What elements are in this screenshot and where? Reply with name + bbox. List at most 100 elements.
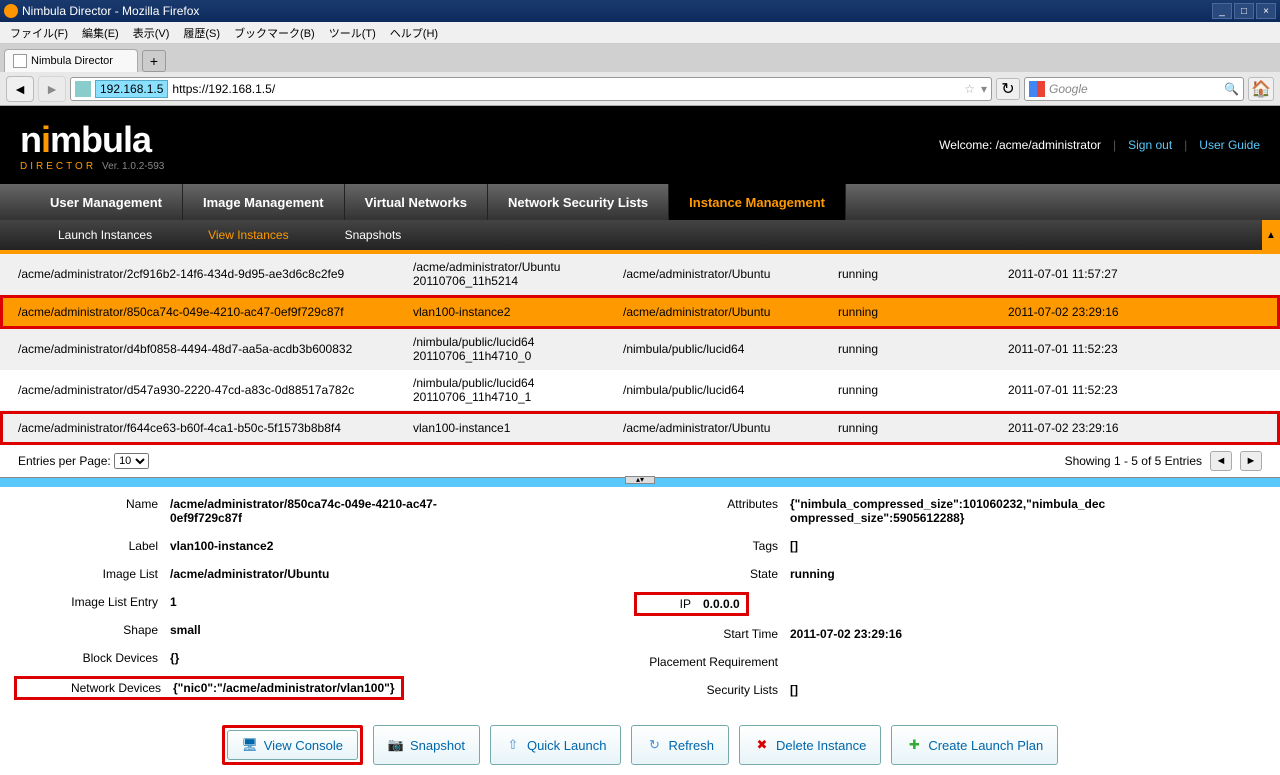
starttime-label: Start Time: [640, 627, 790, 641]
menu-help[interactable]: ヘルプ(H): [384, 23, 444, 43]
search-placeholder: Google: [1049, 82, 1088, 96]
create-launch-plan-button[interactable]: ✚Create Launch Plan: [891, 725, 1058, 765]
cell-label: vlan100-instance1: [413, 421, 623, 435]
cell-image: /acme/administrator/Ubuntu: [623, 421, 838, 435]
refresh-icon: ↻: [646, 737, 662, 753]
home-button[interactable]: 🏠: [1248, 77, 1274, 101]
snapshot-button[interactable]: 📷Snapshot: [373, 725, 480, 765]
imagelist-value: /acme/administrator/Ubuntu: [170, 567, 640, 581]
cell-state: running: [838, 305, 1008, 319]
tags-label: Tags: [640, 539, 790, 553]
ip-value: 0.0.0.0: [703, 597, 740, 611]
shape-value: small: [170, 623, 640, 637]
action-bar: 🖥View Console 📷Snapshot ⇧Quick Launch ↻R…: [0, 721, 1280, 775]
subnav-launch-instances[interactable]: Launch Instances: [30, 228, 180, 242]
starttime-value: 2011-07-02 23:29:16: [790, 627, 1260, 641]
google-icon: [1029, 81, 1045, 97]
maximize-button[interactable]: □: [1234, 3, 1254, 19]
view-console-button[interactable]: 🖥View Console: [227, 730, 358, 760]
minimize-button[interactable]: _: [1212, 3, 1232, 19]
instance-table: /acme/administrator/2cf916b2-14f6-434d-9…: [0, 254, 1280, 477]
bookmark-star-icon[interactable]: ☆: [964, 82, 975, 96]
blockdevices-label: Block Devices: [20, 651, 170, 665]
securitylists-label: Security Lists: [640, 683, 790, 697]
shape-label: Shape: [20, 623, 170, 637]
cell-state: running: [838, 267, 1008, 281]
nav-virtual-networks[interactable]: Virtual Networks: [345, 184, 488, 220]
launch-icon: ⇧: [505, 737, 521, 753]
reload-button[interactable]: ↻: [996, 78, 1020, 100]
close-button[interactable]: ×: [1256, 3, 1276, 19]
version-label: Ver. 1.0.2-593: [102, 161, 164, 172]
table-row[interactable]: /acme/administrator/2cf916b2-14f6-434d-9…: [0, 254, 1280, 295]
subnav-snapshots[interactable]: Snapshots: [317, 228, 430, 242]
cell-image: /acme/administrator/Ubuntu: [623, 267, 838, 281]
cell-instance-id: /acme/administrator/d547a930-2220-47cd-a…: [18, 383, 413, 397]
cell-image: /nimbula/public/lucid64: [623, 342, 838, 356]
menu-tools[interactable]: ツール(T): [323, 23, 382, 43]
window-titlebar: Nimbula Director - Mozilla Firefox _ □ ×: [0, 0, 1280, 22]
delete-instance-button[interactable]: ✖Delete Instance: [739, 725, 881, 765]
securitylists-value: []: [790, 683, 1260, 697]
menu-bookmarks[interactable]: ブックマーク(B): [228, 23, 321, 43]
monitor-icon: 🖥: [242, 737, 258, 753]
browser-navbar: ◄ ► 192.168.1.5 https://192.168.1.5/ ☆ ▾…: [0, 72, 1280, 106]
menu-file[interactable]: ファイル(F): [4, 23, 74, 43]
nav-network-security-lists[interactable]: Network Security Lists: [488, 184, 669, 220]
attributes-value: {"nimbula_compressed_size":101060232,"ni…: [790, 497, 1110, 525]
table-row[interactable]: /acme/administrator/d4bf0858-4494-48d7-a…: [0, 329, 1280, 370]
next-page-button[interactable]: ►: [1240, 451, 1262, 471]
url-bar[interactable]: 192.168.1.5 https://192.168.1.5/ ☆ ▾: [70, 77, 992, 101]
user-guide-link[interactable]: User Guide: [1199, 138, 1260, 152]
dropdown-icon[interactable]: ▾: [981, 82, 987, 96]
browser-tab[interactable]: Nimbula Director: [4, 49, 138, 72]
welcome-text: Welcome: /acme/administrator: [939, 138, 1101, 152]
label-label: Label: [20, 539, 170, 553]
back-button[interactable]: ◄: [6, 76, 34, 102]
cell-time: 2011-07-01 11:57:27: [1008, 267, 1270, 281]
table-row[interactable]: /acme/administrator/f644ce63-b60f-4ca1-b…: [0, 411, 1280, 445]
table-footer: Entries per Page: 10 Showing 1 - 5 of 5 …: [0, 445, 1280, 477]
refresh-button[interactable]: ↻Refresh: [631, 725, 729, 765]
url-path: https://192.168.1.5/: [172, 82, 275, 96]
entries-per-page-label: Entries per Page:: [18, 454, 111, 468]
menu-edit[interactable]: 編集(E): [76, 23, 125, 43]
imagelist-label: Image List: [20, 567, 170, 581]
forward-button[interactable]: ►: [38, 76, 66, 102]
name-label: Name: [20, 497, 170, 525]
menu-history[interactable]: 履歴(S): [177, 23, 226, 43]
nav-user-management[interactable]: User Management: [30, 184, 183, 220]
camera-icon: 📷: [388, 737, 404, 753]
search-box[interactable]: Google 🔍: [1024, 77, 1244, 101]
search-icon[interactable]: 🔍: [1224, 82, 1239, 96]
entries-per-page-select[interactable]: 10: [114, 453, 149, 469]
cell-image: /acme/administrator/Ubuntu: [623, 305, 838, 319]
networkdevices-value: {"nic0":"/acme/administrator/vlan100"}: [173, 681, 395, 695]
app-header: nimbula DIRECTORVer. 1.0.2-593 Welcome: …: [0, 106, 1280, 184]
imagelistentry-value: 1: [170, 595, 640, 609]
cell-label: /nimbula/public/lucid6420110706_11h4710_…: [413, 376, 623, 404]
divider-handle-icon[interactable]: ▴▾: [625, 476, 655, 484]
firefox-icon: [4, 4, 18, 18]
signout-link[interactable]: Sign out: [1128, 138, 1172, 152]
subnav-view-instances[interactable]: View Instances: [180, 228, 317, 242]
scroll-up-arrow[interactable]: ▲: [1262, 220, 1280, 250]
prev-page-button[interactable]: ◄: [1210, 451, 1232, 471]
quick-launch-button[interactable]: ⇧Quick Launch: [490, 725, 622, 765]
cell-label: vlan100-instance2: [413, 305, 623, 319]
nav-image-management[interactable]: Image Management: [183, 184, 345, 220]
new-tab-button[interactable]: +: [142, 50, 166, 72]
cell-image: /nimbula/public/lucid64: [623, 383, 838, 397]
cell-label: /acme/administrator/Ubuntu20110706_11h52…: [413, 260, 623, 288]
name-value: /acme/administrator/850ca74c-049e-4210-a…: [170, 497, 450, 525]
state-value: running: [790, 567, 1260, 581]
url-host: 192.168.1.5: [95, 80, 168, 98]
table-row[interactable]: /acme/administrator/d547a930-2220-47cd-a…: [0, 370, 1280, 411]
nav-instance-management[interactable]: Instance Management: [669, 184, 846, 220]
table-row[interactable]: /acme/administrator/850ca74c-049e-4210-a…: [0, 295, 1280, 329]
split-divider[interactable]: ▴▾: [0, 477, 1280, 487]
placement-label: Placement Requirement: [640, 655, 790, 669]
cell-state: running: [838, 342, 1008, 356]
browser-menubar: ファイル(F) 編集(E) 表示(V) 履歴(S) ブックマーク(B) ツール(…: [0, 22, 1280, 44]
menu-view[interactable]: 表示(V): [127, 23, 176, 43]
